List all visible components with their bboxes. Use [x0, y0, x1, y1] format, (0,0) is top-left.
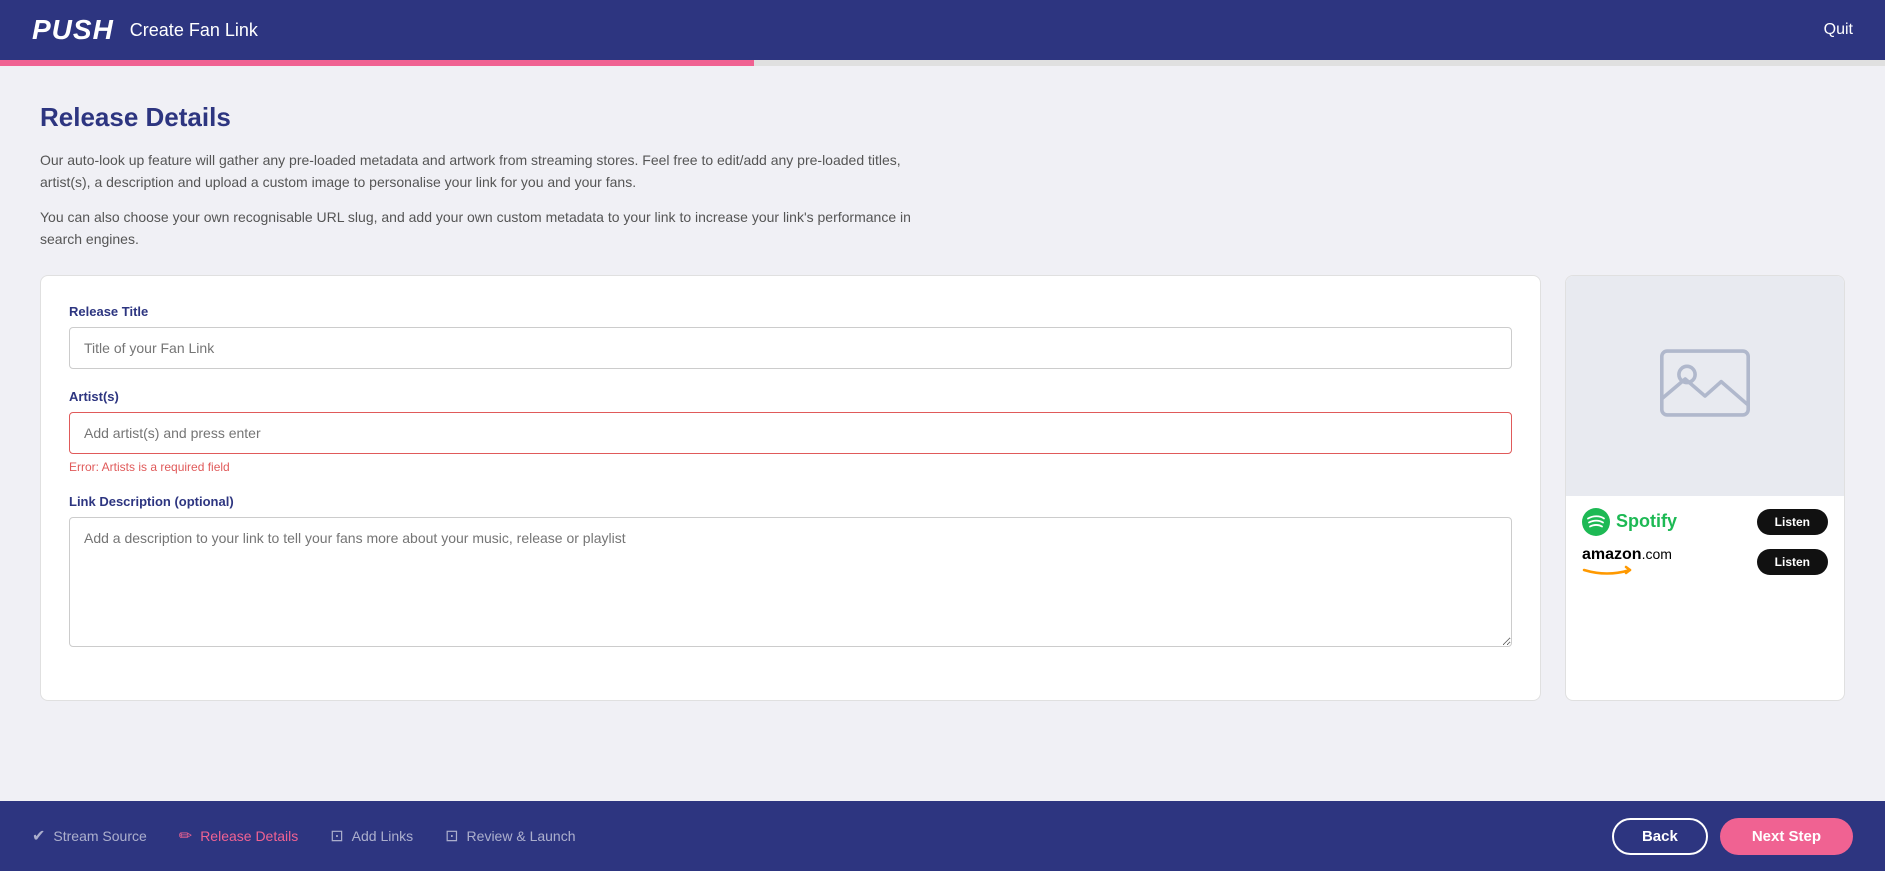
release-title-group: Release Title [69, 304, 1512, 369]
content-grid: Release Title Artist(s) Error: Artists i… [40, 275, 1845, 701]
amazon-listen-button[interactable]: Listen [1757, 549, 1828, 575]
step-stream-source[interactable]: ✔ Stream Source [32, 826, 147, 846]
preview-panel: Spotify Listen amazon.com [1565, 275, 1845, 701]
review-launch-label: Review & Launch [467, 828, 576, 844]
description-label: Link Description (optional) [69, 494, 1512, 509]
preview-image-area [1566, 276, 1844, 496]
step-release-details[interactable]: ✏ Release Details [179, 826, 298, 846]
release-title-input[interactable] [69, 327, 1512, 369]
form-panel: Release Title Artist(s) Error: Artists i… [40, 275, 1541, 701]
release-details-label: Release Details [200, 828, 298, 844]
description-2: You can also choose your own recognisabl… [40, 206, 940, 251]
artists-error: Error: Artists is a required field [69, 460, 1512, 474]
step-add-links[interactable]: ⊡ Add Links [330, 826, 413, 846]
release-details-icon: ✏ [179, 826, 192, 846]
page-title: Release Details [40, 102, 1845, 133]
review-launch-icon: ⊡ [445, 826, 458, 846]
artists-group: Artist(s) Error: Artists is a required f… [69, 389, 1512, 474]
description-textarea[interactable] [69, 517, 1512, 647]
spotify-label: Spotify [1616, 511, 1677, 532]
header-left: PUSH Create Fan Link [32, 14, 258, 46]
spotify-row: Spotify Listen [1582, 508, 1828, 536]
spotify-listen-button[interactable]: Listen [1757, 509, 1828, 535]
description-1: Our auto-look up feature will gather any… [40, 149, 940, 194]
footer-steps: ✔ Stream Source ✏ Release Details ⊡ Add … [32, 826, 576, 846]
add-links-icon: ⊡ [330, 826, 343, 846]
main-content: Release Details Our auto-look up feature… [0, 66, 1885, 801]
amazon-logo: amazon.com [1582, 546, 1672, 578]
header-title: Create Fan Link [130, 20, 258, 41]
header: PUSH Create Fan Link Quit [0, 0, 1885, 60]
description-group: Link Description (optional) [69, 494, 1512, 652]
amazon-row: amazon.com Listen [1582, 546, 1828, 578]
stream-source-label: Stream Source [53, 828, 146, 844]
step-review-launch[interactable]: ⊡ Review & Launch [445, 826, 575, 846]
add-links-label: Add Links [352, 828, 413, 844]
image-placeholder-icon [1660, 348, 1750, 423]
quit-button[interactable]: Quit [1824, 21, 1853, 39]
artists-label: Artist(s) [69, 389, 1512, 404]
spotify-logo: Spotify [1582, 508, 1677, 536]
artists-input[interactable] [69, 412, 1512, 454]
footer: ✔ Stream Source ✏ Release Details ⊡ Add … [0, 801, 1885, 871]
push-logo: PUSH [32, 14, 114, 46]
footer-actions: Back Next Step [1612, 818, 1853, 855]
amazon-arrow [1582, 564, 1672, 578]
stream-source-icon: ✔ [32, 826, 45, 846]
release-title-label: Release Title [69, 304, 1512, 319]
amazon-text: amazon.com [1582, 546, 1672, 564]
back-button[interactable]: Back [1612, 818, 1708, 855]
next-step-button[interactable]: Next Step [1720, 818, 1853, 855]
preview-streaming: Spotify Listen amazon.com [1566, 496, 1844, 590]
